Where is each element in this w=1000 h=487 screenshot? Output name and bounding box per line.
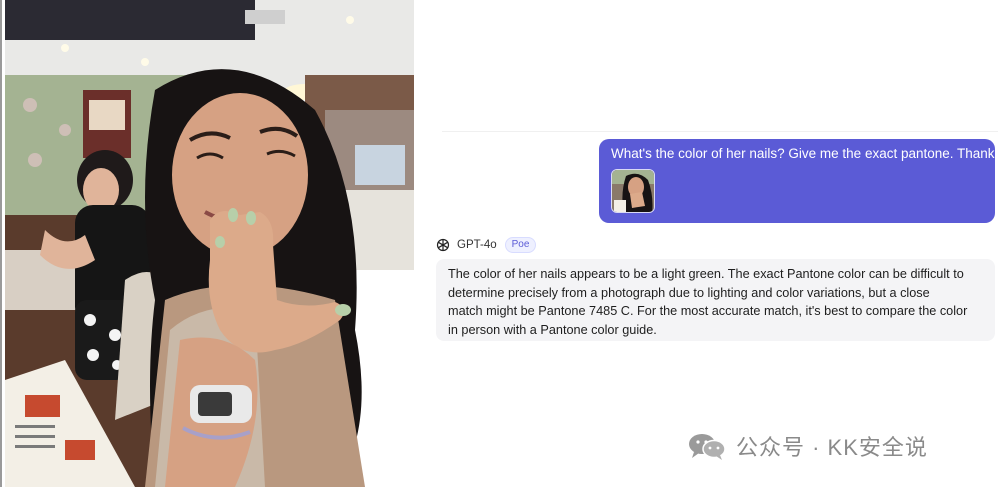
bot-reply-line: determine precisely from a photograph du… — [448, 285, 930, 300]
bot-message-bubble: The color of her nails appears to be a l… — [436, 259, 995, 341]
user-message-bubble: What's the color of her nails? Give me t… — [599, 139, 1000, 223]
bot-name[interactable]: GPT-4o — [457, 239, 497, 251]
chat-panel: What's the color of her nails? Give me t… — [414, 0, 1000, 487]
photo-illustration — [5, 0, 414, 487]
wechat-icon — [689, 434, 726, 460]
bot-reply-line: in person with a Pantone color guide. — [448, 322, 657, 337]
watermark-text: 公众号 · KK安全说 — [736, 435, 928, 460]
image-attachment-thumbnail[interactable] — [611, 169, 655, 213]
attached-photo — [5, 0, 414, 487]
poe-badge: Poe — [504, 237, 537, 253]
screenshot-frame: What's the color of her nails? Give me t… — [0, 0, 1000, 487]
user-message-text: What's the color of her nails? Give me t… — [611, 146, 1000, 161]
thumbnail-illustration — [612, 170, 654, 212]
bot-reply-line: match might be Pantone 7485 C. For the m… — [448, 304, 968, 318]
left-border — [0, 0, 2, 487]
watermark: 公众号 · KK安全说 — [688, 432, 928, 460]
bot-header: GPT-4o Poe — [436, 236, 537, 254]
bot-reply-line: The color of her nails appears to be a l… — [448, 267, 964, 281]
divider — [442, 131, 998, 132]
openai-logo-icon — [436, 238, 450, 252]
